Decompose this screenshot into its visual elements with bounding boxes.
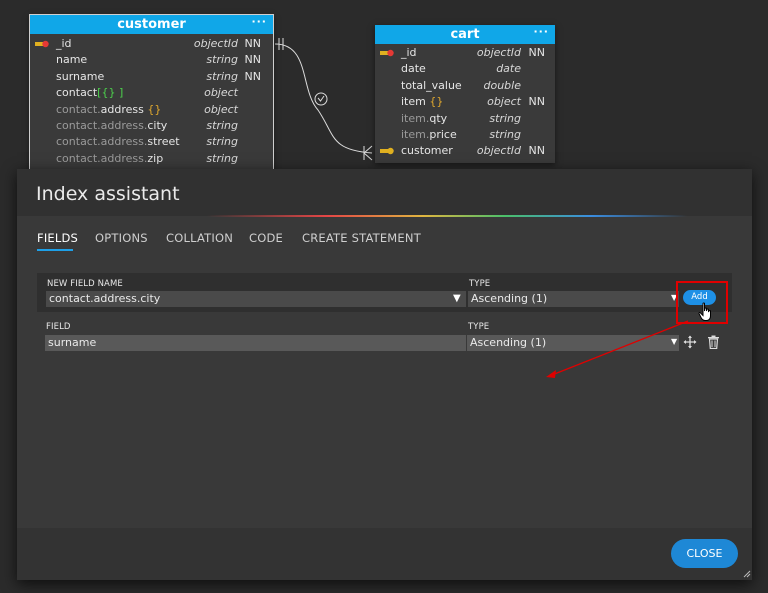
field-name: contact.address {}: [56, 102, 162, 116]
cart-entity[interactable]: cart ··· _id objectId NN date date total…: [375, 25, 555, 163]
cart-entity-header[interactable]: cart ···: [375, 25, 555, 44]
field-name: surname: [56, 69, 105, 83]
field-name: _id: [56, 37, 72, 50]
not-null-flag: NN: [244, 53, 261, 67]
trash-icon[interactable]: [707, 335, 720, 349]
cart-field-row[interactable]: item {} object NN: [375, 94, 555, 110]
dialog-title: Index assistant: [36, 183, 180, 205]
new-field-name-label: NEW FIELD NAME: [47, 279, 123, 289]
field-name-input[interactable]: surname: [45, 335, 466, 351]
customer-field-row[interactable]: contact.address.zip string: [30, 151, 273, 167]
customer-field-row[interactable]: contact.address.street string: [30, 134, 273, 150]
not-null-flag: NN: [528, 144, 545, 158]
field-type: string: [206, 69, 238, 83]
field-type: object: [204, 102, 238, 116]
dialog-footer: [17, 528, 752, 580]
customer-field-row[interactable]: name string NN: [30, 52, 273, 68]
tab-fields[interactable]: FIELDS: [37, 231, 78, 245]
dialog-header: Index assistant: [17, 169, 752, 217]
foreign-key-icon: [380, 148, 394, 155]
new-field-type-value: Ascending (1): [471, 292, 548, 305]
not-null-flag: NN: [244, 37, 261, 50]
header-accent-line: [207, 215, 687, 217]
field-type: string: [489, 127, 521, 141]
cart-field-row[interactable]: _id objectId NN: [375, 45, 555, 61]
field-name: total_value: [401, 78, 462, 92]
customer-menu-icon[interactable]: ···: [251, 12, 267, 31]
object-brace: {}: [147, 102, 162, 116]
hand-cursor-icon: [698, 302, 711, 321]
cart-field-row[interactable]: item.qty string: [375, 111, 555, 127]
customer-entity-title: customer: [117, 17, 186, 32]
customer-field-row[interactable]: contact.address {} object: [30, 102, 273, 118]
customer-field-row[interactable]: contact[{} ] object: [30, 85, 273, 101]
field-name: contact.address.zip: [56, 151, 164, 165]
field-name: item.price: [401, 127, 457, 141]
field-type-select[interactable]: Ascending (1): [467, 335, 679, 351]
new-field-type-select[interactable]: Ascending (1): [468, 291, 679, 307]
object-brace: {}: [429, 95, 444, 109]
not-null-flag: NN: [528, 46, 545, 59]
cart-menu-icon[interactable]: ···: [533, 22, 549, 41]
index-assistant-dialog: Index assistant FIELDS OPTIONS COLLATION…: [17, 169, 752, 580]
field-type: string: [206, 53, 238, 67]
field-name-value: surname: [48, 336, 97, 349]
new-field-name-value: contact.address.city: [49, 292, 161, 305]
cart-field-row[interactable]: date date: [375, 61, 555, 77]
field-type: object: [487, 95, 521, 109]
active-tab-indicator: [37, 249, 73, 251]
new-field-type-label: TYPE: [469, 279, 491, 289]
field-name: contact[{} ]: [56, 86, 124, 100]
field-label: FIELD: [46, 322, 71, 332]
field-name: date: [401, 62, 426, 76]
field-type: date: [496, 62, 521, 76]
field-name: item {}: [401, 95, 444, 109]
field-type-label: TYPE: [468, 322, 490, 332]
customer-entity-header[interactable]: customer ···: [30, 15, 273, 34]
field-type: string: [206, 151, 238, 165]
cart-field-row[interactable]: customer objectId NN: [375, 143, 555, 159]
customer-field-row[interactable]: _id objectId NN: [30, 36, 273, 52]
cart-entity-title: cart: [450, 27, 480, 42]
field-name: customer: [401, 144, 453, 158]
field-dropdown-arrow-icon[interactable]: ▼: [453, 293, 461, 304]
field-type: objectId: [476, 46, 521, 59]
customer-entity[interactable]: customer ··· _id objectId NN name string…: [29, 14, 274, 176]
field-type: objectId: [193, 37, 238, 50]
field-name: _id: [401, 46, 417, 59]
field-type: string: [206, 135, 238, 149]
tab-code[interactable]: CODE: [249, 231, 283, 245]
not-null-flag: NN: [244, 69, 261, 83]
field-type-value: Ascending (1): [470, 336, 547, 349]
type-dropdown-arrow-icon[interactable]: ▼: [671, 337, 677, 346]
array-bracket: [{} ]: [97, 86, 124, 100]
field-name: contact.address.city: [56, 118, 168, 132]
cart-field-row[interactable]: item.price string: [375, 127, 555, 143]
cart-field-row[interactable]: total_value double: [375, 78, 555, 94]
not-null-flag: NN: [528, 95, 545, 109]
primary-key-icon: [380, 49, 394, 57]
field-name: contact.address.street: [56, 135, 180, 149]
new-field-name-input[interactable]: contact.address.city: [46, 291, 466, 307]
field-type: objectId: [476, 144, 521, 158]
field-name: name: [56, 53, 88, 67]
primary-key-icon: [35, 40, 49, 48]
customer-field-row[interactable]: contact.address.city string: [30, 118, 273, 134]
field-type: object: [204, 86, 238, 100]
field-type: double: [483, 78, 522, 92]
tab-create-statement[interactable]: CREATE STATEMENT: [302, 231, 421, 245]
field-type: string: [206, 118, 238, 132]
move-icon[interactable]: [683, 335, 697, 349]
close-button[interactable]: CLOSE: [671, 539, 738, 568]
tab-options[interactable]: OPTIONS: [95, 231, 148, 245]
field-type: string: [489, 111, 521, 125]
resize-grip-icon[interactable]: [743, 570, 751, 578]
customer-field-row[interactable]: surname string NN: [30, 69, 273, 85]
field-name: item.qty: [401, 111, 448, 125]
tab-collation[interactable]: COLLATION: [166, 231, 233, 245]
